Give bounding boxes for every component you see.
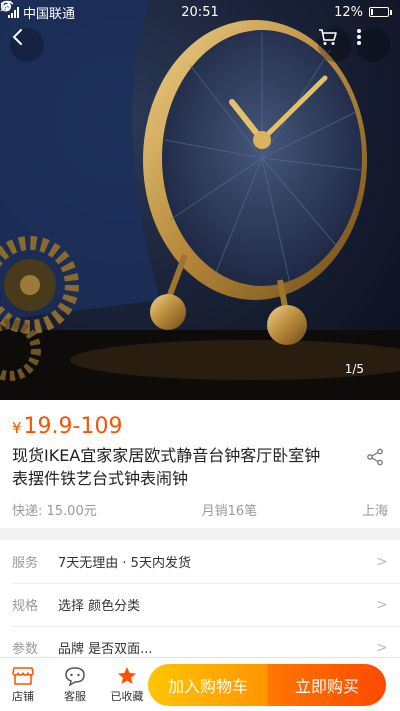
spec-row[interactable]: 规格 选择 颜色分类 > xyxy=(0,583,400,626)
alarm-icon xyxy=(0,1,12,12)
chevron-right-icon: > xyxy=(376,553,388,570)
product-title: 现货IKEA宜家家居欧式静音台钟客厅卧室钟表摆件铁艺台式钟表闹钟 xyxy=(12,446,321,488)
shipping-fee: 快递: 15.00元 xyxy=(12,504,97,519)
battery-icon xyxy=(369,7,392,17)
service-icon xyxy=(65,666,85,686)
back-button[interactable] xyxy=(10,28,44,62)
share-icon xyxy=(367,448,383,466)
row-value: 7天无理由 · 5天内发货 xyxy=(58,556,191,571)
star-icon xyxy=(118,666,136,684)
row-value: 品牌 是否双面... xyxy=(58,642,153,657)
shop-icon xyxy=(12,666,34,685)
row-key: 参数 xyxy=(12,642,39,657)
share-button[interactable] xyxy=(360,448,390,466)
service-label: 客服 xyxy=(64,689,86,703)
bottom-action-bar: 店铺 客服 已收藏 加入购物车 立即购买 xyxy=(0,657,400,711)
status-bar: 中国联通 20:51 12% xyxy=(0,0,400,24)
carrier-name: 中国联通 xyxy=(23,6,76,22)
detail-rows: 服务 7天无理由 · 5天内发货 > 规格 选择 颜色分类 > 参数 品牌 是否… xyxy=(0,540,400,669)
shop-button[interactable]: 店铺 xyxy=(0,658,46,711)
more-button[interactable] xyxy=(356,28,390,62)
row-key: 规格 xyxy=(12,599,39,614)
buy-now-button[interactable]: 立即购买 xyxy=(268,664,386,706)
chevron-right-icon: > xyxy=(376,639,388,656)
currency-symbol: ¥ xyxy=(12,419,22,437)
service-button[interactable]: 客服 xyxy=(52,658,98,711)
section-divider xyxy=(0,528,400,540)
row-key: 服务 xyxy=(12,556,39,571)
add-to-cart-button[interactable]: 加入购物车 xyxy=(148,664,268,706)
favorite-button[interactable]: 已收藏 xyxy=(104,658,150,711)
service-row[interactable]: 服务 7天无理由 · 5天内发货 > xyxy=(0,540,400,583)
more-icon xyxy=(357,29,361,45)
ship-from-location: 上海 xyxy=(361,504,388,519)
chevron-right-icon: > xyxy=(376,596,388,613)
cart-button[interactable] xyxy=(318,28,352,62)
product-image-gallery[interactable]: 中国联通 20:51 12% 1/5 xyxy=(0,0,400,400)
row-value: 选择 颜色分类 xyxy=(58,599,141,614)
price: ¥19.9-109 xyxy=(12,414,122,439)
price-range: 19.9-109 xyxy=(23,414,123,439)
monthly-sales: 月销16笔 xyxy=(201,504,258,519)
battery-percent: 12% xyxy=(334,4,363,20)
shop-label: 店铺 xyxy=(12,689,34,703)
favorited-label: 已收藏 xyxy=(110,689,144,703)
delivery-meta: 快递: 15.00元 月销16笔 上海 xyxy=(12,500,388,519)
image-counter: 1/5 xyxy=(344,362,364,376)
status-time: 20:51 xyxy=(181,4,219,20)
cart-icon xyxy=(319,29,337,45)
back-icon xyxy=(12,29,22,45)
